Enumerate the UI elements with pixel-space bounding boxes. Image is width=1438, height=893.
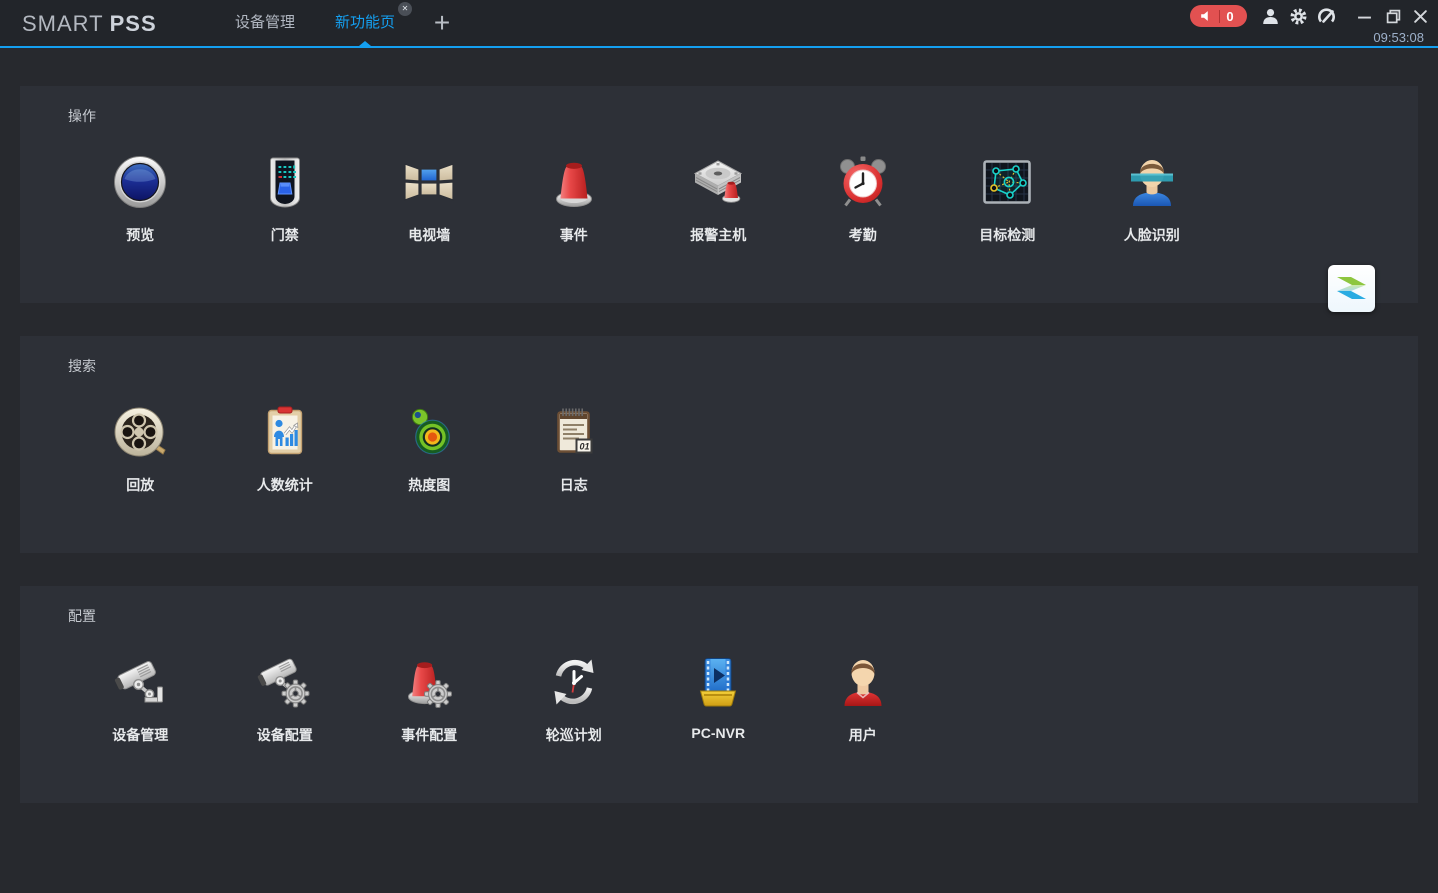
smartpss-window: SMARTPSS 设备管理 新功能页 ✕ + 0: [0, 0, 1438, 893]
app-item-target-detection[interactable]: 目标检测: [935, 86, 1080, 245]
close-button[interactable]: [1413, 9, 1428, 24]
app-item-event[interactable]: 事件: [502, 86, 647, 245]
app-item-user[interactable]: 用户: [791, 586, 936, 745]
app-item-people-counting[interactable]: 人数统计: [213, 336, 358, 495]
app-logo: SMARTPSS: [22, 11, 157, 37]
people-counting-icon: [257, 404, 313, 460]
item-label: 考勤: [849, 225, 877, 245]
item-label: 人脸识别: [1124, 225, 1180, 245]
tab-close-icon[interactable]: ✕: [398, 2, 412, 16]
performance-gauge-icon[interactable]: [1317, 7, 1336, 26]
device-config-camera-gear-icon: [257, 654, 313, 710]
app-item-device-manager[interactable]: 设备管理: [68, 586, 213, 745]
app-item-pc-nvr[interactable]: PC-NVR: [646, 586, 791, 745]
user-icon[interactable]: [1261, 7, 1280, 26]
item-label: 回放: [126, 475, 154, 495]
item-label: 日志: [560, 475, 588, 495]
item-label: PC-NVR: [691, 725, 745, 741]
active-tab-caret: [359, 41, 371, 46]
alarm-speaker-icon: [1199, 9, 1213, 23]
item-label: 轮巡计划: [546, 725, 602, 745]
panel-search: 搜索 回放: [20, 336, 1418, 553]
item-label: 门禁: [271, 225, 299, 245]
item-label: 用户: [849, 725, 877, 745]
tv-wall-icon: [401, 154, 457, 210]
new-tab-button[interactable]: +: [426, 6, 458, 40]
alarm-host-icon: [690, 154, 746, 210]
access-control-icon: [257, 154, 313, 210]
brand-smart: SMART: [22, 11, 104, 36]
panel-operation: 操作 预览: [20, 86, 1418, 303]
minimize-button[interactable]: [1357, 9, 1372, 24]
playback-reel-icon: [112, 404, 168, 460]
app-item-heatmap[interactable]: 热度图: [357, 336, 502, 495]
target-detection-icon: [979, 154, 1035, 210]
item-label: 人数统计: [257, 475, 313, 495]
clock-time: 09:53:08: [1373, 30, 1424, 45]
tour-plan-icon: [546, 654, 602, 710]
alarm-pill-divider: [1219, 10, 1220, 23]
top-bar: SMARTPSS 设备管理 新功能页 ✕ + 0: [0, 0, 1438, 48]
app-item-attendance[interactable]: 考勤: [791, 86, 936, 245]
event-config-siren-gear-icon: [401, 654, 457, 710]
app-item-event-config[interactable]: 事件配置: [357, 586, 502, 745]
app-item-alarm-host[interactable]: 报警主机: [646, 86, 791, 245]
alarm-count: 0: [1226, 9, 1237, 24]
app-item-face-recognition[interactable]: 人脸识别: [1080, 86, 1225, 245]
preview-lens-icon: [112, 154, 168, 210]
alarm-badge[interactable]: 0: [1190, 5, 1247, 27]
brand-pss: PSS: [110, 11, 157, 36]
attendance-clock-icon: [835, 154, 891, 210]
item-label: 目标检测: [979, 225, 1035, 245]
app-item-log[interactable]: 01 日志: [502, 336, 647, 495]
app-item-tour-plan[interactable]: 轮巡计划: [502, 586, 647, 745]
app-item-device-config[interactable]: 设备配置: [213, 586, 358, 745]
app-item-access-control[interactable]: 门禁: [213, 86, 358, 245]
item-label: 热度图: [408, 475, 450, 495]
restore-button[interactable]: [1386, 9, 1401, 24]
panel-config: 配置 设备管理: [20, 586, 1418, 803]
device-manager-camera-icon: [112, 654, 168, 710]
item-label: 电视墙: [408, 225, 450, 245]
item-label: 设备管理: [112, 725, 168, 745]
event-siren-icon: [546, 154, 602, 210]
item-label: 事件: [560, 225, 588, 245]
smartpss-floating-logo[interactable]: [1328, 265, 1375, 312]
settings-gear-icon[interactable]: [1289, 7, 1308, 26]
item-label: 事件配置: [401, 725, 457, 745]
smartpss-s-icon: [1328, 265, 1375, 312]
pc-nvr-icon: [690, 654, 746, 710]
item-label: 报警主机: [690, 225, 746, 245]
item-label: 预览: [126, 225, 154, 245]
face-recognition-icon: [1124, 154, 1180, 210]
app-item-playback[interactable]: 回放: [68, 336, 213, 495]
item-label: 设备配置: [257, 725, 313, 745]
svg-text:01: 01: [579, 442, 589, 452]
log-notepad-icon: 01: [546, 404, 602, 460]
app-item-tv-wall[interactable]: 电视墙: [357, 86, 502, 245]
tab-device-management[interactable]: 设备管理: [210, 0, 320, 46]
app-item-preview[interactable]: 预览: [68, 86, 213, 245]
heatmap-icon: [401, 404, 457, 460]
user-account-icon: [835, 654, 891, 710]
